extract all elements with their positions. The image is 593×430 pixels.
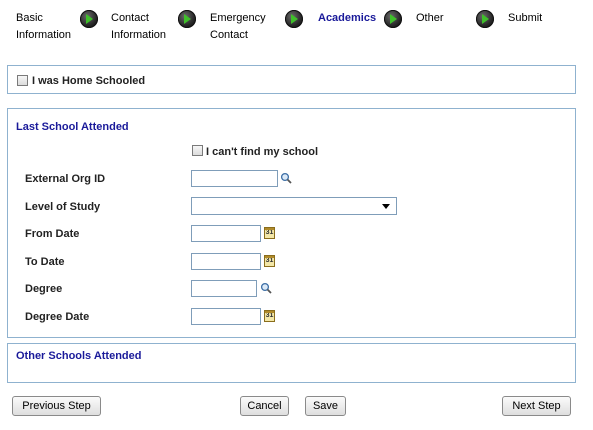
level-of-study-label: Level of Study	[25, 201, 101, 213]
calendar-icon[interactable]: 31	[264, 227, 275, 239]
degree-date-input[interactable]	[191, 308, 261, 325]
last-school-box: Last School Attended I can't find my sch…	[7, 108, 576, 338]
home-schooled-box: I was Home Schooled	[7, 65, 576, 94]
step-arrow-icon	[178, 10, 196, 28]
step-academics[interactable]: Academics	[318, 10, 376, 27]
step-label-line1: Contact	[111, 12, 149, 24]
step-label-line1: Emergency	[210, 12, 266, 24]
from-date-label: From Date	[25, 228, 80, 240]
step-submit[interactable]: Submit	[508, 10, 542, 27]
chevron-down-icon	[382, 204, 390, 209]
step-arrow-icon	[285, 10, 303, 28]
step-emergency-contact[interactable]: Emergency Contact	[210, 10, 266, 44]
home-schooled-checkbox[interactable]	[17, 75, 28, 86]
step-navigation: Basic Information Contact Information Em…	[0, 0, 593, 52]
degree-date-label: Degree Date	[25, 311, 90, 323]
degree-input[interactable]	[191, 280, 257, 297]
cant-find-school-checkbox[interactable]	[192, 145, 203, 156]
calendar-icon[interactable]: 31	[264, 255, 275, 267]
cancel-button[interactable]: Cancel	[240, 396, 289, 416]
step-label-line2: Information	[16, 29, 72, 41]
previous-step-button[interactable]: Previous Step	[12, 396, 101, 416]
step-label-line1: Other	[416, 12, 444, 24]
step-label-line1: Submit	[508, 12, 543, 24]
to-date-input[interactable]	[191, 253, 261, 270]
step-label-line2: Information	[111, 29, 167, 41]
other-schools-title: Other Schools Attended	[16, 350, 142, 362]
step-label-line1: Academics	[318, 12, 377, 24]
step-arrow-icon	[476, 10, 494, 28]
step-arrow-icon	[80, 10, 98, 28]
step-label-line2: Contact	[210, 29, 248, 41]
step-label-line1: Basic	[16, 12, 43, 24]
cant-find-school-label: I can't find my school	[206, 146, 319, 158]
step-contact-information[interactable]: Contact Information	[111, 10, 166, 44]
step-arrow-icon	[384, 10, 402, 28]
calendar-icon[interactable]: 31	[264, 310, 275, 322]
step-basic-information[interactable]: Basic Information	[16, 10, 71, 44]
last-school-title: Last School Attended	[16, 121, 129, 133]
magnifier-icon[interactable]	[260, 282, 272, 294]
from-date-input[interactable]	[191, 225, 261, 242]
save-button[interactable]: Save	[305, 396, 346, 416]
external-org-id-label: External Org ID	[25, 173, 106, 185]
external-org-id-input[interactable]	[191, 170, 278, 187]
home-schooled-label: I was Home Schooled	[32, 75, 146, 87]
degree-label: Degree	[25, 283, 63, 295]
level-of-study-select[interactable]	[191, 197, 397, 215]
next-step-button[interactable]: Next Step	[502, 396, 571, 416]
step-other[interactable]: Other	[416, 10, 444, 27]
other-schools-box: Other Schools Attended	[7, 343, 576, 383]
magnifier-icon[interactable]	[280, 172, 292, 184]
to-date-label: To Date	[25, 256, 65, 268]
